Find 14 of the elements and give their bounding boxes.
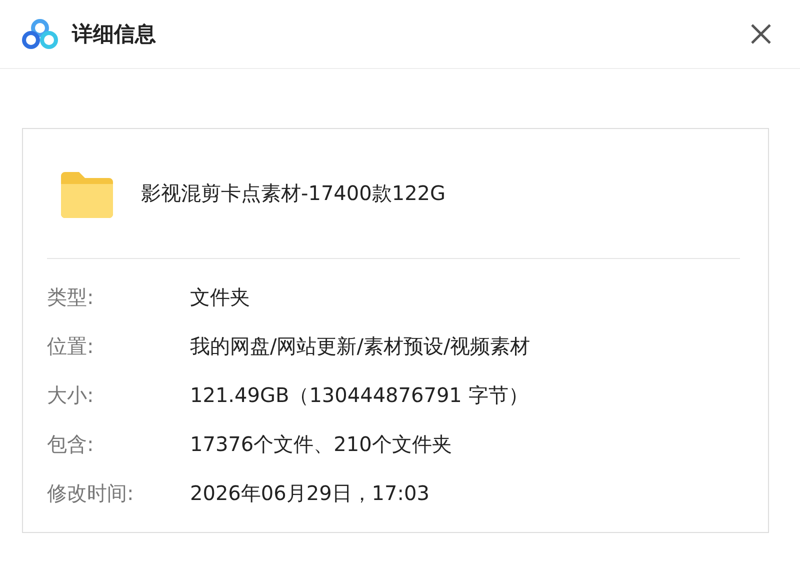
detail-label: 大小: <box>47 382 95 409</box>
detail-value: 我的网盘/网站更新/素材预设/视频素材 <box>190 333 530 360</box>
detail-label: 修改时间: <box>47 480 135 507</box>
detail-value: 2026年06月29日，17:03 <box>190 480 430 507</box>
detail-label: 类型: <box>47 284 95 311</box>
detail-value: 文件夹 <box>190 284 250 311</box>
window-title: 详细信息 <box>72 21 157 48</box>
app-logo-icon <box>22 19 58 49</box>
detail-label: 包含: <box>47 431 95 458</box>
folder-name: 影视混剪卡点素材-17400款122G <box>141 180 446 207</box>
folder-icon <box>59 170 115 218</box>
detail-value: 17376个文件、210个文件夹 <box>190 431 452 458</box>
detail-label: 位置: <box>47 333 95 360</box>
detail-value: 121.49GB（130444876791 字节） <box>190 382 528 409</box>
